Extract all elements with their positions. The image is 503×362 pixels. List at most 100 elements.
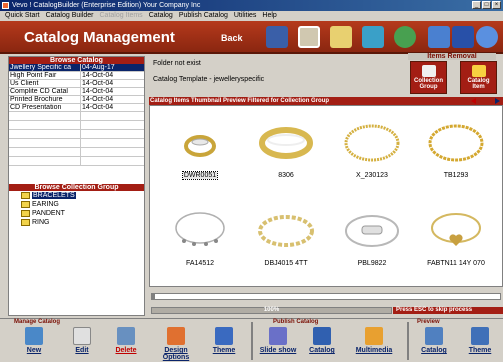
table-row[interactable]: High Point Fair 14-Oct-04 <box>9 72 144 80</box>
refresh-icon[interactable] <box>362 26 384 48</box>
design-icon <box>167 327 185 345</box>
table-row[interactable]: CD Presentation 14-Oct-04 <box>9 104 144 112</box>
trash-icon <box>117 327 135 345</box>
maximize-button[interactable]: □ <box>482 1 491 9</box>
catalog-date: 14-Oct-04 <box>82 88 114 95</box>
prev-page-icon[interactable] <box>471 98 476 104</box>
thumbnail-item[interactable]: FA14512 <box>160 198 240 278</box>
theme-preview-icon <box>471 327 489 345</box>
browse-group-title: Browse Collection Group <box>9 184 144 191</box>
thumbnail-grid: DWR0051 8306 X_230123 TB1293 FA14512 DBJ… <box>149 105 503 287</box>
button-label: Theme <box>468 347 492 354</box>
menu-help[interactable]: Help <box>259 11 279 21</box>
empty-row <box>9 130 144 139</box>
thumbnail-item[interactable]: PBL9822 <box>332 198 412 278</box>
thumbnail-header: Catalog Items Thumbnail Preview Filtered… <box>149 97 503 105</box>
button-label: Multimedia <box>355 347 393 354</box>
multimedia-button[interactable]: Multimedia <box>350 327 398 361</box>
thumbnail-item[interactable]: FABTN11 14Y 070 <box>416 198 496 278</box>
thumbnail-header-label: Catalog Items Thumbnail Preview Filtered… <box>150 98 330 104</box>
catalog-date: 04-Aug-17 <box>82 64 115 71</box>
folder-icon <box>21 210 30 217</box>
thumbnail-item[interactable]: X_230123 <box>332 110 412 190</box>
button-label: Slide show <box>259 347 297 354</box>
horizontal-scrollbar[interactable] <box>151 293 501 300</box>
template-label: Catalog Template - jewelleryspecific <box>153 76 265 83</box>
app-window: Vevo ! CatalogBuilder (Enterprise Editio… <box>0 0 503 362</box>
collection-group-tree: Browse Collection Group BRACELETS EARING… <box>9 184 144 315</box>
menu-catalog-builder[interactable]: Catalog Builder <box>43 11 97 21</box>
tree-item-ring[interactable]: RING <box>9 218 144 227</box>
theme-button[interactable]: Theme <box>204 327 244 361</box>
empty-row <box>9 157 144 166</box>
design-options-button[interactable]: Design Options <box>152 327 200 361</box>
tree-item-pandent[interactable]: PANDENT <box>9 209 144 218</box>
edit-button[interactable]: Edit <box>62 327 102 361</box>
folder-icon[interactable] <box>330 26 352 48</box>
bottom-toolbar: Manage Catalog Publish Catalog Preview N… <box>0 318 503 362</box>
progress-bar: 100% <box>151 307 392 314</box>
title-bar: Vevo ! CatalogBuilder (Enterprise Editio… <box>0 0 503 11</box>
slide-show-button[interactable]: Slide show <box>258 327 298 361</box>
table-row[interactable]: Us Client 14-Oct-04 <box>9 80 144 88</box>
menu-quick-start[interactable]: Quick Start <box>2 11 43 21</box>
minimize-button[interactable]: _ <box>472 1 481 9</box>
catalog-name: Jwellery Specific ca <box>9 64 81 71</box>
thumbnail-item[interactable]: DWR0051 <box>160 110 240 190</box>
thumbnail-item[interactable]: DBJ4015 4TT <box>246 198 326 278</box>
folder-icon <box>21 219 30 226</box>
chain-image <box>428 124 484 162</box>
thumbnail-item[interactable]: 8306 <box>246 110 326 190</box>
printer-icon[interactable] <box>452 26 474 48</box>
book-icon[interactable] <box>266 26 288 48</box>
bangle-image <box>259 127 313 159</box>
menu-catalog-items[interactable]: Catalog Items <box>97 11 146 21</box>
thumbnail-item[interactable]: TB1293 <box>416 110 496 190</box>
menu-utilities[interactable]: Utilities <box>231 11 260 21</box>
button-label: Theme <box>212 347 236 354</box>
preview-title: Preview <box>417 319 440 325</box>
button-label: Delete <box>115 347 137 354</box>
scrollbar-thumb[interactable] <box>152 294 155 299</box>
remove-catalog-item-button[interactable]: Catalog Item <box>460 61 497 94</box>
button-label: New <box>26 347 42 354</box>
delete-button[interactable]: Delete <box>106 327 146 361</box>
item-code: X_230123 <box>356 172 388 179</box>
ring-image <box>184 135 216 157</box>
button-label: Edit <box>75 347 89 354</box>
items-removal-panel: Items Removal Collection Group Catalog I… <box>406 53 502 96</box>
tree-item-label: PANDENT <box>32 210 65 217</box>
folder-status: Folder not exist <box>153 60 201 67</box>
empty-row <box>9 148 144 157</box>
next-page-icon[interactable] <box>495 98 500 104</box>
tree-item-earing[interactable]: EARING <box>9 200 144 209</box>
publish-catalog-title: Publish Catalog <box>273 319 319 325</box>
table-row[interactable]: Complite CD Catal 14-Oct-04 <box>9 88 144 96</box>
menu-catalog[interactable]: Catalog <box>146 11 176 21</box>
toolbar-separator <box>251 322 253 360</box>
menu-bar: Quick Start Catalog Builder Catalog Item… <box>0 11 503 21</box>
globe-icon[interactable] <box>394 26 416 48</box>
remove-icon <box>471 65 486 77</box>
edit-icon <box>73 327 91 345</box>
remove-collection-group-button[interactable]: Collection Group <box>410 61 447 94</box>
help-icon[interactable] <box>476 26 498 48</box>
new-button[interactable]: New <box>14 327 54 361</box>
preview-theme-button[interactable]: Theme <box>460 327 500 361</box>
close-button[interactable]: × <box>492 1 501 9</box>
catalog-date: 14-Oct-04 <box>82 80 114 87</box>
tree-item-bracelets[interactable]: BRACELETS <box>9 191 144 200</box>
button-label: Catalog <box>309 347 335 354</box>
preview-catalog-button[interactable]: Catalog <box>414 327 454 361</box>
calendar-icon[interactable] <box>298 26 320 48</box>
remove-icon <box>421 65 436 77</box>
publish-catalog-button[interactable]: Catalog <box>302 327 342 361</box>
back-button[interactable]: Back <box>221 33 243 43</box>
table-row[interactable]: Jwellery Specific ca 04-Aug-17 <box>9 64 144 72</box>
image-icon[interactable] <box>428 26 450 48</box>
menu-publish-catalog[interactable]: Publish Catalog <box>176 11 231 21</box>
page-title: Catalog Management <box>24 29 175 46</box>
item-code: FA14512 <box>185 260 215 267</box>
info-area: Folder not exist Catalog Template - jewe… <box>149 56 405 94</box>
table-row[interactable]: Printed Brochure 14-Oct-04 <box>9 96 144 104</box>
